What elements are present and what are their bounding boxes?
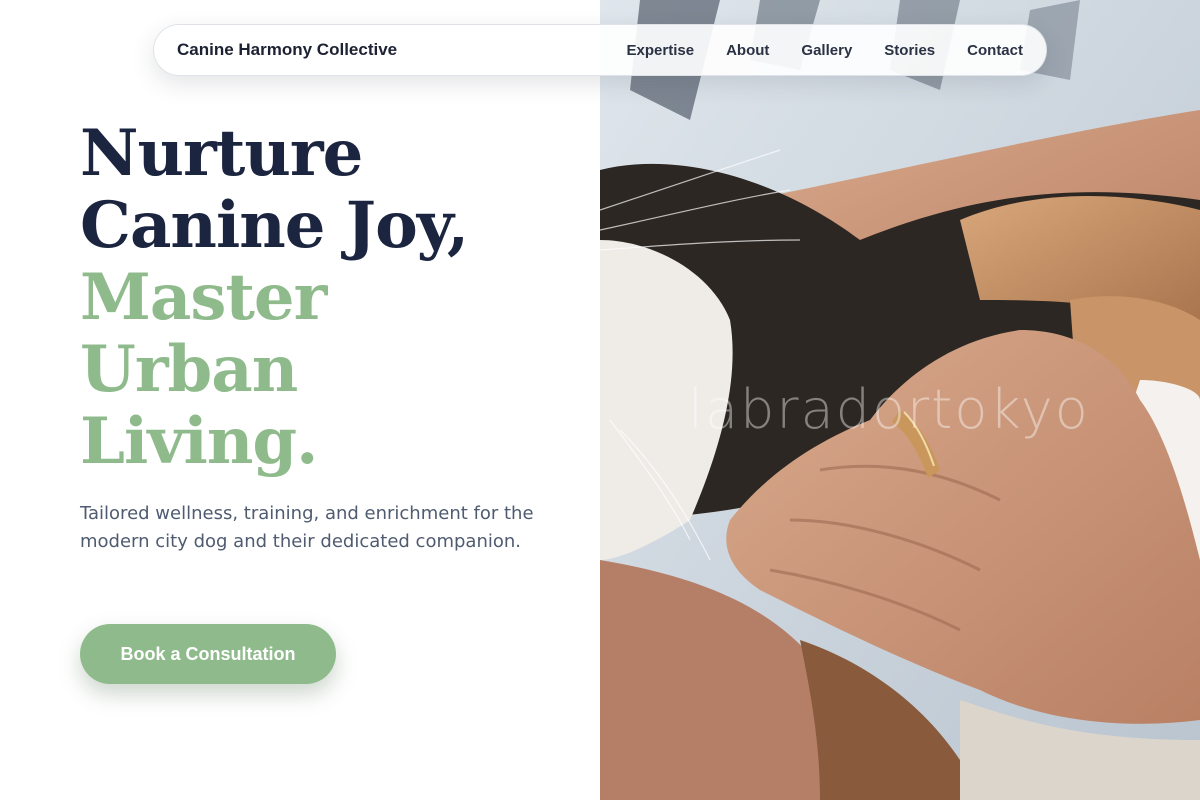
headline-line-2: Canine Joy, (80, 188, 469, 263)
nav-links: Expertise About Gallery Stories Contact (627, 42, 1023, 59)
nav-link-contact[interactable]: Contact (967, 42, 1023, 59)
nav-link-stories[interactable]: Stories (884, 42, 935, 59)
headline-line-1: Nurture (80, 116, 363, 191)
top-navigation: Canine Harmony Collective Expertise Abou… (153, 24, 1047, 76)
nav-link-about[interactable]: About (726, 42, 769, 59)
headline-line-5: Living. (80, 404, 318, 479)
hero-photo: labradortokyo (600, 0, 1200, 800)
hero-headline: Nurture Canine Joy, Master Urban Living. (80, 118, 580, 478)
photo-watermark: labradortokyo (688, 378, 1090, 441)
headline-line-3: Master (80, 260, 327, 335)
hero-section: Nurture Canine Joy, Master Urban Living. (80, 118, 580, 478)
headline-line-4: Urban (80, 332, 298, 407)
book-consultation-button[interactable]: Book a Consultation (80, 624, 336, 684)
nav-link-expertise[interactable]: Expertise (627, 42, 695, 59)
hero-subtitle: Tailored wellness, training, and enrichm… (80, 503, 534, 552)
landing-page: labradortokyo Canine Harmony Collective … (0, 0, 1200, 800)
brand-logo-text[interactable]: Canine Harmony Collective (177, 40, 397, 60)
nav-link-gallery[interactable]: Gallery (801, 42, 852, 59)
